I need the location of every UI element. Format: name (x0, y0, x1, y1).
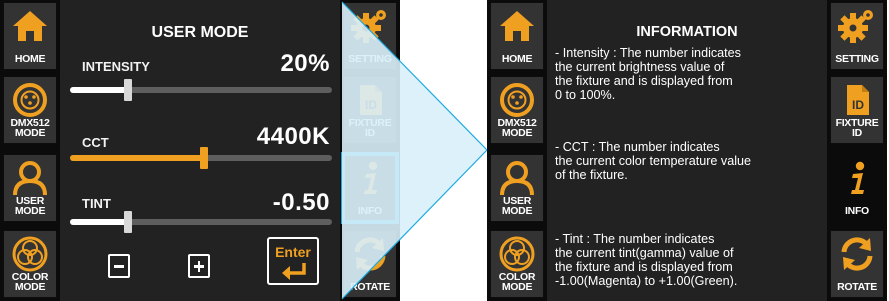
info-button[interactable]: INFO (830, 154, 884, 222)
setting-button[interactable]: SETTING (830, 2, 884, 70)
minus-icon (114, 265, 124, 268)
rotate-label: ROTATE (837, 281, 877, 293)
intensity-info-text: - Intensity : The number indicates the c… (555, 46, 741, 102)
left-nav-column: HOME DMX512 MODE USER MODE COLOR MODE (0, 0, 60, 301)
dmx-connector-icon (491, 82, 543, 118)
cct-slider-fill (70, 155, 204, 161)
intensity-label: INTENSITY (82, 59, 150, 74)
right-nav-column: SETTING ID FIXTURE ID INFO ROTATE (827, 0, 887, 301)
tint-slider-thumb[interactable] (124, 211, 132, 233)
increment-button[interactable] (188, 254, 210, 278)
info-label: INFO (845, 205, 869, 217)
dmx512-mode-label: DMX512 MODE (497, 117, 537, 139)
dmx-connector-icon (4, 82, 56, 118)
color-mode-button[interactable]: COLOR MODE (490, 230, 544, 298)
home-button[interactable]: HOME (3, 2, 57, 70)
tint-slider[interactable] (70, 211, 332, 233)
information-screen: HOME DMX512 MODE USER MODE COLOR MODE IN… (487, 0, 887, 301)
fixture-id-label: FIXTURE ID (835, 117, 879, 139)
id-glyph: ID (852, 98, 864, 112)
tint-value: -0.50 (272, 189, 330, 216)
rotate-icon (831, 236, 883, 272)
home-label: HOME (501, 53, 533, 65)
rotate-button[interactable]: ROTATE (830, 230, 884, 298)
user-mode-label: USER MODE (14, 195, 46, 217)
dmx512-mode-label: DMX512 MODE (10, 117, 50, 139)
cct-info-text: - CCT : The number indicates the current… (555, 140, 752, 182)
home-icon (4, 8, 56, 44)
user-mode-label: USER MODE (501, 195, 533, 217)
setting-label: SETTING (835, 53, 879, 65)
user-mode-button[interactable]: USER MODE (490, 154, 544, 222)
decrement-button[interactable] (108, 254, 130, 278)
color-mode-label: COLOR MODE (11, 271, 49, 293)
callout-arrow (341, 1, 488, 300)
gear-icon (831, 8, 883, 44)
home-button[interactable]: HOME (490, 2, 544, 70)
information-panel: INFORMATION - Intensity : The number ind… (547, 0, 827, 301)
intensity-slider-fill (70, 87, 128, 93)
info-icon (831, 160, 883, 196)
color-circles-icon (4, 236, 56, 272)
user-icon (491, 160, 543, 196)
enter-icon (279, 261, 309, 286)
intensity-value: 20% (280, 50, 330, 77)
color-circles-icon (491, 236, 543, 272)
fixture-id-button[interactable]: ID FIXTURE ID (830, 76, 884, 144)
intensity-slider[interactable] (70, 79, 332, 101)
cct-slider-thumb[interactable] (200, 147, 208, 169)
id-tag-icon: ID (831, 82, 883, 118)
home-label: HOME (14, 53, 46, 65)
home-icon (491, 8, 543, 44)
dmx512-mode-button[interactable]: DMX512 MODE (490, 76, 544, 144)
intensity-slider-thumb[interactable] (124, 79, 132, 101)
tint-slider-fill (70, 219, 128, 225)
user-mode-button[interactable]: USER MODE (3, 154, 57, 222)
dmx512-mode-button[interactable]: DMX512 MODE (3, 76, 57, 144)
color-mode-button[interactable]: COLOR MODE (3, 230, 57, 298)
cct-value: 4400K (256, 123, 330, 150)
page-title: USER MODE (151, 24, 249, 41)
cct-label: CCT (82, 135, 109, 150)
information-title: INFORMATION (636, 24, 738, 40)
tint-label: TINT (82, 196, 111, 211)
enter-label: Enter (275, 244, 311, 260)
enter-button[interactable]: Enter (267, 237, 319, 285)
cct-slider[interactable] (70, 147, 332, 169)
tint-info-text: - Tint : The number indicates the curren… (555, 232, 738, 288)
user-mode-panel: USER MODE INTENSITY 20% CCT 4400K TINT -… (60, 0, 340, 301)
left-nav-column: HOME DMX512 MODE USER MODE COLOR MODE (487, 0, 547, 301)
color-mode-label: COLOR MODE (498, 271, 536, 293)
user-icon (4, 160, 56, 196)
